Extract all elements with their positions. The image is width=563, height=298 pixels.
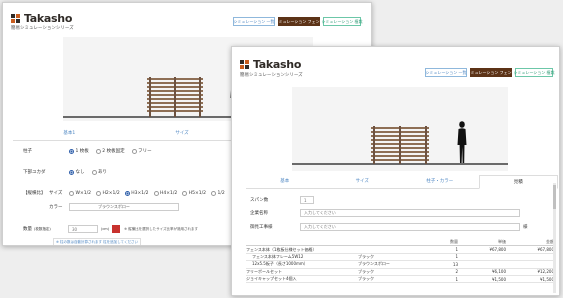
pillar-option-3[interactable]: フリー (131, 148, 152, 154)
planting-sim-button[interactable]: シミュレーション 植栽 (321, 17, 363, 26)
front-simulator-window: Takasho 簡易シミュレーションシリーズ シミュレーション 一覧 シミュレー… (231, 46, 560, 296)
logo-mark-icon (240, 59, 250, 70)
radio-selected-icon (69, 148, 74, 154)
size-option-6[interactable]: 1/2 (211, 190, 225, 196)
table-header-row: 数量 単価 金額 (246, 239, 554, 247)
contractor-suffix: 様 (523, 225, 528, 230)
company-label: 企業名称 (250, 211, 268, 216)
radio-selected-icon (69, 169, 74, 175)
tab-size[interactable]: サイズ (126, 127, 239, 140)
count-unit: (枚数指定) (34, 226, 51, 231)
size-option-5[interactable]: H5×1/2 (182, 190, 206, 196)
brand-subtitle: 簡易シミュレーションシリーズ (240, 73, 303, 78)
size-option-3[interactable]: H3×1/2 (124, 190, 149, 196)
radio-icon (91, 169, 97, 175)
fence-preview (147, 77, 203, 117)
pillar-option-1[interactable]: 1 枚板 (69, 148, 89, 154)
size-option-2[interactable]: H2×1/2 (95, 190, 120, 196)
header-unit-price: 単価 (498, 239, 506, 245)
tab-pillar-color[interactable]: 柱子・カラー (401, 175, 479, 188)
fence-preview (371, 126, 429, 164)
brand-name: Takasho (24, 12, 73, 25)
count-label: 数量 (23, 227, 32, 232)
count-input[interactable]: 30 (68, 225, 98, 233)
company-input[interactable]: 入力してください (300, 209, 520, 217)
lower-option-yes[interactable]: あり (91, 169, 107, 175)
company-row: 企業名称 入力してください (250, 207, 551, 219)
radio-selected-icon (124, 190, 130, 196)
scrollbar-thumb[interactable] (553, 185, 556, 209)
header-buttons: シミュレーション 一覧 シミュレーション フェンス シミュレーション 植栽 (233, 17, 363, 26)
brand-subtitle: 簡易シミュレーションシリーズ (11, 26, 74, 31)
count-add-button[interactable] (112, 225, 121, 233)
header-qty: 数量 (450, 239, 458, 245)
contractor-row: 御見工事様 入力してください 様 (250, 221, 551, 233)
scrollbar[interactable] (553, 183, 556, 293)
planting-sim-button[interactable]: シミュレーション 植栽 (513, 68, 555, 77)
contractor-label: 御見工事様 (250, 225, 273, 230)
size-option-4[interactable]: H4×1/2 (153, 190, 177, 196)
table-row: フェンス本体（1枚板仕様セット価格） 1 ¥67,800 ¥67,800 (246, 246, 554, 254)
tab-basic[interactable]: 基本 (246, 175, 324, 188)
lower-label: 下部ユカダ (23, 170, 46, 175)
radio-icon (211, 190, 217, 196)
header-buttons: シミュレーション 一覧 シミュレーション フェンス シミュレーション 植栽 (425, 68, 555, 77)
pillar-option-2[interactable]: 2 枚板固定 (95, 148, 125, 154)
brand-name: Takasho (253, 58, 302, 71)
preview-scene (292, 87, 508, 171)
estimate-list-button[interactable]: シミュレーション 一覧 (425, 68, 467, 77)
radio-icon (95, 148, 101, 154)
person-silhouette-icon (457, 121, 467, 163)
radio-icon (153, 190, 159, 196)
table-row: フリーポールセット ブラック 2 ¥6,100 ¥12,200 (246, 268, 554, 276)
estimate-table: 数量 単価 金額 フェンス本体（1枚板仕様セット価格） 1 ¥67,800 ¥67,8… (246, 239, 554, 284)
ratio-label: 【縦横比】 (23, 191, 46, 196)
logo: Takasho (240, 58, 301, 71)
size-label: サイズ (49, 191, 63, 196)
contractor-input[interactable]: 入力してください (300, 223, 520, 231)
tab-size[interactable]: サイズ (324, 175, 402, 188)
radio-icon (182, 190, 188, 196)
front-tab-bar: 基本 サイズ 柱子・カラー 見積 (246, 175, 558, 189)
desktop: Takasho 簡易シミュレーションシリーズ シミュレーション 一覧 シミュレー… (0, 0, 563, 298)
fence-sim-button[interactable]: シミュレーション フェンス (274, 17, 324, 26)
estimate-list-button[interactable]: シミュレーション 一覧 (233, 17, 275, 26)
radio-icon (95, 190, 101, 196)
logo: Takasho (11, 12, 72, 25)
span-row: スパン数 1 (250, 194, 551, 206)
radio-icon (69, 190, 74, 196)
count-note: ※ 縦横比を選択したサイズ比率が適用されます (124, 226, 199, 231)
span-label: スパン数 (250, 198, 269, 203)
color-label: カラー (49, 205, 63, 210)
bottom-note: ※ 柱の数は自動計算されます 柱を追加してください (53, 238, 141, 245)
fence-sim-button[interactable]: シミュレーション フェンス (466, 68, 516, 77)
color-select[interactable]: ブラウンスポロー (69, 203, 179, 211)
table-row: 12x5.5板子（長さ1000mm） ブラウンスポロー 13 (246, 261, 554, 269)
radio-icon (131, 148, 137, 154)
logo-mark-icon (11, 13, 21, 24)
size-option-1[interactable]: W×1/2 (69, 190, 91, 196)
tab-basic[interactable]: 基本1 (13, 127, 126, 140)
pillar-label: 柱子 (23, 149, 32, 154)
table-row: ジョイキャップセット4個入 ブラック 1 ¥1,500 ¥1,500 (246, 276, 554, 284)
count-suffix: (cm) (101, 227, 110, 231)
tab-estimate[interactable]: 見積 (478, 175, 558, 189)
header-amount: 金額 (546, 239, 554, 245)
lower-option-none[interactable]: なし (69, 169, 85, 175)
span-input[interactable]: 1 (300, 196, 314, 204)
